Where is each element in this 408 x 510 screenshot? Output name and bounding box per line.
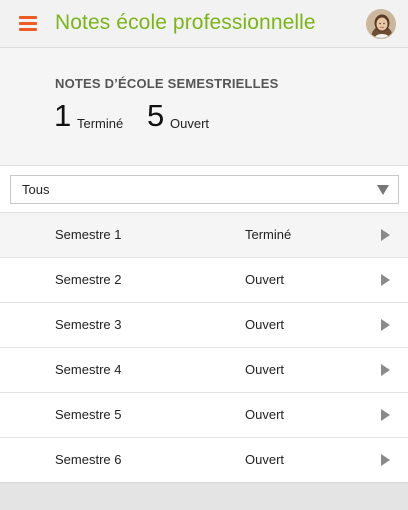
semester-summary: NOTES D’ÉCOLE SEMESTRIELLES 1 Terminé 5 … bbox=[0, 48, 408, 166]
open-label: Ouvert bbox=[170, 116, 210, 131]
chevron-right-icon bbox=[381, 229, 390, 241]
avatar-portrait-icon bbox=[367, 10, 395, 38]
semester-name: Semestre 5 bbox=[55, 407, 122, 422]
semester-name: Semestre 6 bbox=[55, 452, 122, 467]
hamburger-menu-icon[interactable] bbox=[19, 16, 37, 31]
filter-bar: Tous bbox=[0, 166, 408, 212]
chevron-right-icon bbox=[381, 364, 390, 376]
semester-name: Semestre 1 bbox=[55, 227, 122, 242]
semester-status: Ouvert bbox=[245, 272, 285, 287]
app-header: Notes école professionnelle bbox=[0, 0, 408, 48]
list-item[interactable]: Semestre 6 Ouvert bbox=[0, 438, 408, 483]
list-item[interactable]: Semestre 5 Ouvert bbox=[0, 393, 408, 438]
completed-label: Terminé bbox=[77, 116, 124, 131]
semester-status: Ouvert bbox=[245, 362, 285, 377]
dropdown-arrow-icon bbox=[377, 185, 389, 195]
footer-bar bbox=[0, 482, 408, 510]
chevron-right-icon bbox=[381, 409, 390, 421]
chevron-right-icon bbox=[381, 274, 390, 286]
list-item[interactable]: Semestre 4 Ouvert bbox=[0, 348, 408, 393]
semester-status: Ouvert bbox=[245, 407, 285, 422]
semester-name: Semestre 3 bbox=[55, 317, 122, 332]
list-item[interactable]: Semestre 3 Ouvert bbox=[0, 303, 408, 348]
semester-name: Semestre 2 bbox=[55, 272, 122, 287]
chevron-right-icon bbox=[381, 454, 390, 466]
open-count: 5 bbox=[147, 98, 165, 133]
user-avatar[interactable] bbox=[366, 9, 396, 39]
chevron-right-icon bbox=[381, 319, 390, 331]
semester-status: Terminé bbox=[245, 227, 292, 242]
semester-status: Ouvert bbox=[245, 317, 285, 332]
semester-name: Semestre 4 bbox=[55, 362, 122, 377]
summary-title: NOTES D’ÉCOLE SEMESTRIELLES bbox=[55, 76, 279, 91]
filter-selected-value: Tous bbox=[22, 182, 50, 197]
semester-list: Semestre 1 Terminé Semestre 2 Ouvert Sem… bbox=[0, 212, 408, 483]
semester-status: Ouvert bbox=[245, 452, 285, 467]
list-item[interactable]: Semestre 2 Ouvert bbox=[0, 258, 408, 303]
completed-count: 1 bbox=[54, 98, 72, 133]
list-item[interactable]: Semestre 1 Terminé bbox=[0, 213, 408, 258]
status-filter-select[interactable]: Tous bbox=[10, 175, 399, 204]
page-title: Notes école professionnelle bbox=[55, 11, 316, 34]
